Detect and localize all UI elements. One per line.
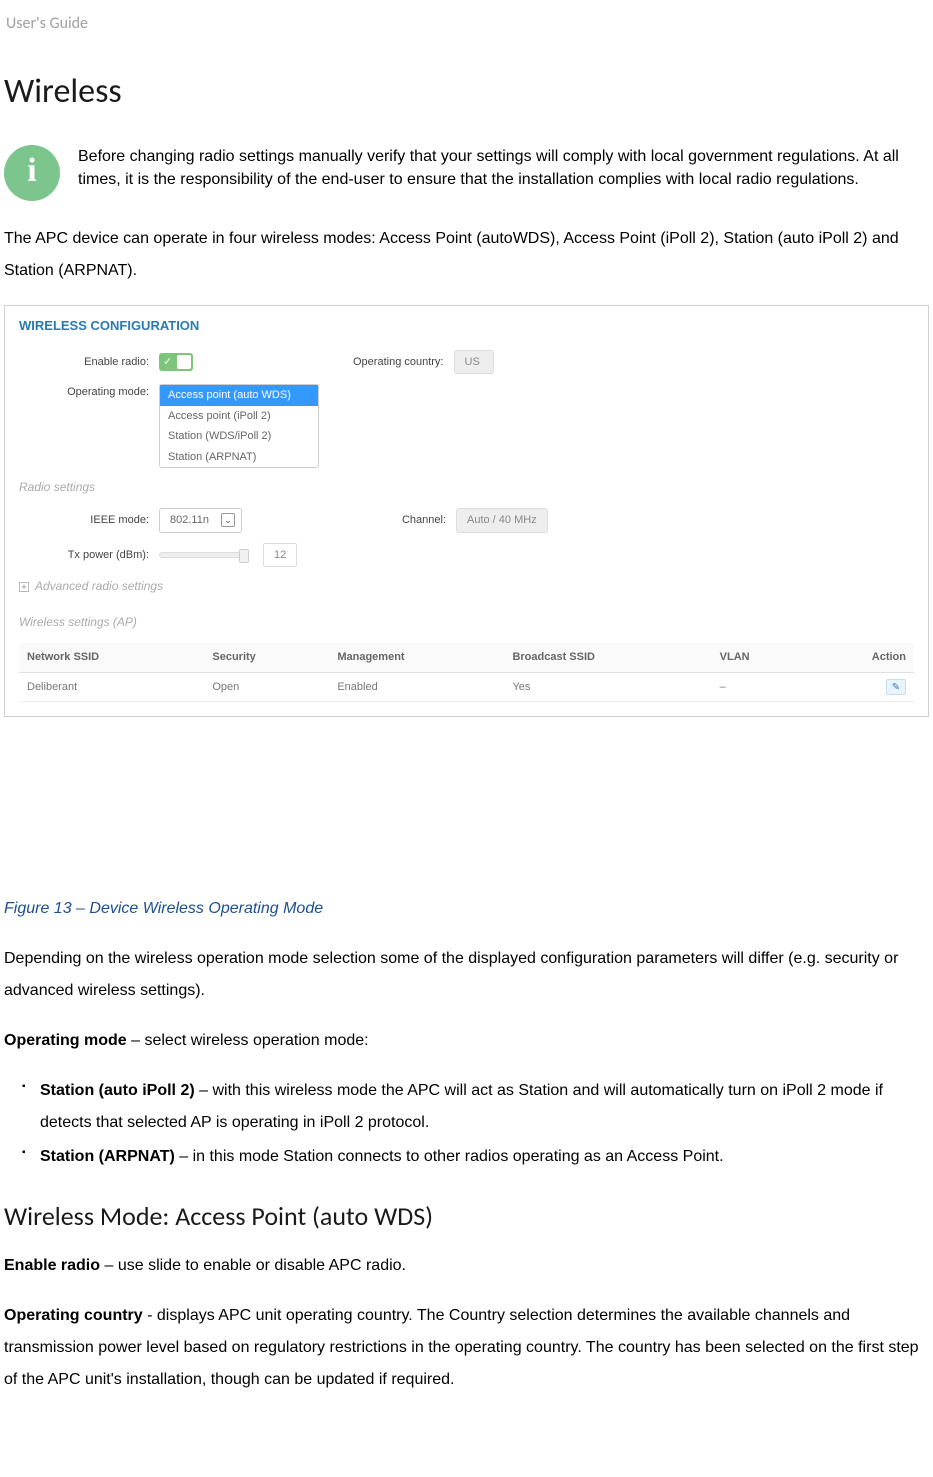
cell-action: ✎	[808, 672, 914, 702]
row-enable-radio: Enable radio: Operating country: US	[19, 350, 914, 375]
toggle-enable-radio[interactable]	[159, 353, 193, 371]
cell-broadcast: Yes	[504, 672, 711, 702]
row-tx-power: Tx power (dBm): 12	[19, 543, 914, 568]
para-operating-mode: Operating mode – select wireless operati…	[4, 1025, 929, 1057]
header-title: User's Guide	[6, 14, 88, 33]
plus-icon: +	[19, 582, 29, 592]
list-item: Station (auto iPoll 2) – with this wirel…	[22, 1075, 929, 1139]
subheader-wireless-settings: Wireless settings (AP)	[19, 613, 914, 631]
label-enable-radio: Enable radio:	[19, 354, 159, 371]
value-operating-country: US	[454, 350, 494, 375]
table-header-row: Network SSID Security Management Broadca…	[19, 643, 914, 672]
label-enable-radio-bold: Enable radio	[4, 1257, 100, 1274]
value-ieee-mode: 802.11n	[170, 512, 209, 529]
info-icon-wrap: i	[4, 145, 60, 201]
cell-security: Open	[204, 672, 329, 702]
label-ieee-mode: IEEE mode:	[19, 512, 159, 529]
label-channel: Channel:	[402, 512, 456, 529]
row-ieee-mode: IEEE mode: 802.11n ⌄ Channel: Auto / 40 …	[19, 508, 914, 533]
info-icon: i	[4, 145, 60, 201]
para-enable-radio: Enable radio – use slide to enable or di…	[4, 1250, 929, 1282]
para-depends: Depending on the wireless operation mode…	[4, 943, 929, 1007]
expand-advanced-radio[interactable]: +Advanced radio settings	[19, 577, 914, 595]
value-channel[interactable]: Auto / 40 MHz	[456, 508, 548, 533]
ssid-table: Network SSID Security Management Broadca…	[19, 643, 914, 702]
th-vlan: VLAN	[712, 643, 809, 672]
mode-option-2[interactable]: Station (WDS/iPoll 2)	[160, 426, 318, 447]
section-heading-wireless: Wireless	[4, 66, 929, 117]
th-mgmt: Management	[329, 643, 504, 672]
th-ssid: Network SSID	[19, 643, 204, 672]
chevron-down-icon: ⌄	[221, 513, 235, 527]
cell-ssid: Deliberant	[19, 672, 204, 702]
para-operating-country: Operating country - displays APC unit op…	[4, 1300, 929, 1396]
page-content: Wireless i Before changing radio setting…	[0, 36, 933, 1444]
table-row: Deliberant Open Enabled Yes – ✎	[19, 672, 914, 702]
pencil-icon: ✎	[892, 680, 900, 695]
section-heading-ap-autowds: Wireless Mode: Access Point (auto WDS)	[4, 1197, 929, 1236]
th-action: Action	[808, 643, 914, 672]
cell-vlan: –	[712, 672, 809, 702]
dropdown-ieee-mode[interactable]: 802.11n ⌄	[159, 508, 242, 533]
label-tx-power: Tx power (dBm):	[19, 547, 159, 564]
figure-spacer	[4, 727, 929, 897]
mode-option-0[interactable]: Access point (auto WDS)	[160, 385, 318, 406]
label-operating-country: Operating country:	[353, 354, 454, 371]
mode-option-3[interactable]: Station (ARPNAT)	[160, 447, 318, 468]
select-operating-mode[interactable]: Access point (auto WDS) Access point (iP…	[159, 384, 319, 468]
cell-mgmt: Enabled	[329, 672, 504, 702]
figure-caption: Figure 13 – Device Wireless Operating Mo…	[4, 897, 929, 921]
list-item: Station (ARPNAT) – in this mode Station …	[22, 1141, 929, 1173]
edit-button[interactable]: ✎	[886, 679, 906, 695]
mode-option-1[interactable]: Access point (iPoll 2)	[160, 406, 318, 427]
mode-bullet-list: Station (auto iPoll 2) – with this wirel…	[4, 1075, 929, 1173]
label-operating-mode-bold: Operating mode	[4, 1032, 127, 1049]
slider-tx-power[interactable]	[159, 552, 249, 558]
label-operating-mode: Operating mode:	[19, 384, 159, 401]
info-text: Before changing radio settings manually …	[78, 145, 929, 191]
bullet-bold-0: Station (auto iPoll 2)	[40, 1082, 195, 1099]
page-header: User's Guide	[0, 0, 933, 36]
row-operating-mode: Operating mode: Access point (auto WDS) …	[19, 384, 914, 468]
intro-paragraph: The APC device can operate in four wirel…	[4, 223, 929, 287]
slider-thumb[interactable]	[239, 549, 249, 563]
label-operating-country-bold: Operating country	[4, 1307, 143, 1324]
bullet-bold-1: Station (ARPNAT)	[40, 1148, 175, 1165]
info-callout: i Before changing radio settings manuall…	[4, 145, 929, 201]
th-broadcast: Broadcast SSID	[504, 643, 711, 672]
th-security: Security	[204, 643, 329, 672]
panel-title: WIRELESS CONFIGURATION	[19, 316, 914, 336]
wireless-config-screenshot: WIRELESS CONFIGURATION Enable radio: Ope…	[4, 305, 929, 717]
value-tx-power[interactable]: 12	[263, 543, 297, 568]
subheader-radio-settings: Radio settings	[19, 478, 914, 496]
